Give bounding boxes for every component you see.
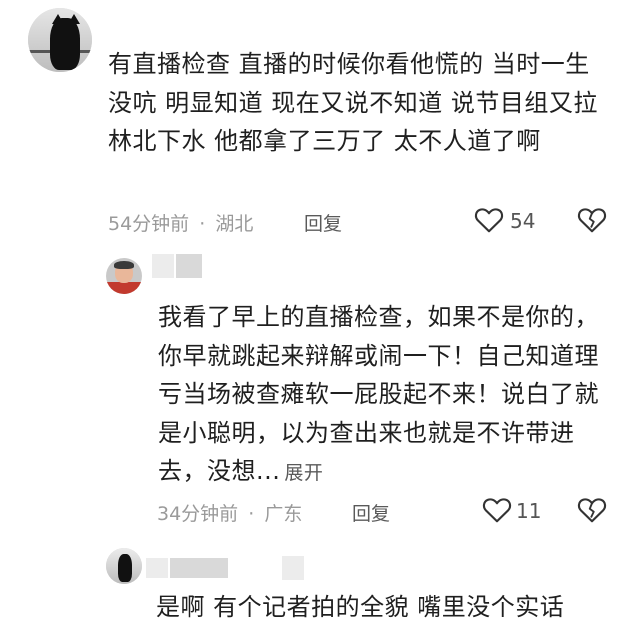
- comment-text: 有直播检查 直播的时候你看他慌的 当时一生没吭 明显知道 现在又说不知道 说节目…: [108, 50, 598, 155]
- expand-link[interactable]: 展开: [284, 462, 323, 484]
- username-redacted: [176, 254, 202, 278]
- reply-text: 我看了早上的直播检查，如果不是你的，你早就跳起来辩解或闹一下！自己知道理亏当场被…: [158, 298, 614, 493]
- heart-icon[interactable]: [482, 496, 512, 524]
- meta-separator: ·: [248, 503, 255, 525]
- avatar[interactable]: [106, 258, 142, 294]
- reply-meta: 34分钟前 · 广东: [157, 499, 302, 526]
- username-redacted: [152, 254, 174, 278]
- reply-body: 我看了早上的直播检查，如果不是你的，你早就跳起来辩解或闹一下！自己知道理亏当场被…: [158, 303, 599, 485]
- reply-text: 是啊 有个记者拍的全貌 嘴里没个实话: [156, 593, 565, 621]
- like-count: 54: [510, 209, 536, 233]
- reply-button[interactable]: 回复: [352, 499, 390, 526]
- avatar[interactable]: [28, 8, 92, 72]
- username-redacted: [282, 556, 304, 580]
- comment-location: 湖北: [215, 213, 254, 235]
- reply-location: 广东: [264, 503, 303, 525]
- broken-heart-icon[interactable]: [577, 206, 607, 234]
- broken-heart-icon[interactable]: [577, 496, 607, 524]
- comment-meta: 54分钟前 · 湖北: [108, 209, 253, 236]
- heart-icon[interactable]: [474, 206, 504, 234]
- reply-button[interactable]: 回复: [304, 209, 342, 236]
- username-redacted: [146, 558, 168, 578]
- meta-separator: ·: [199, 213, 206, 235]
- comment-time: 54分钟前: [108, 213, 190, 235]
- avatar[interactable]: [106, 548, 142, 584]
- username-redacted: [170, 558, 228, 578]
- like-count: 11: [516, 499, 542, 523]
- reply-time: 34分钟前: [157, 503, 239, 525]
